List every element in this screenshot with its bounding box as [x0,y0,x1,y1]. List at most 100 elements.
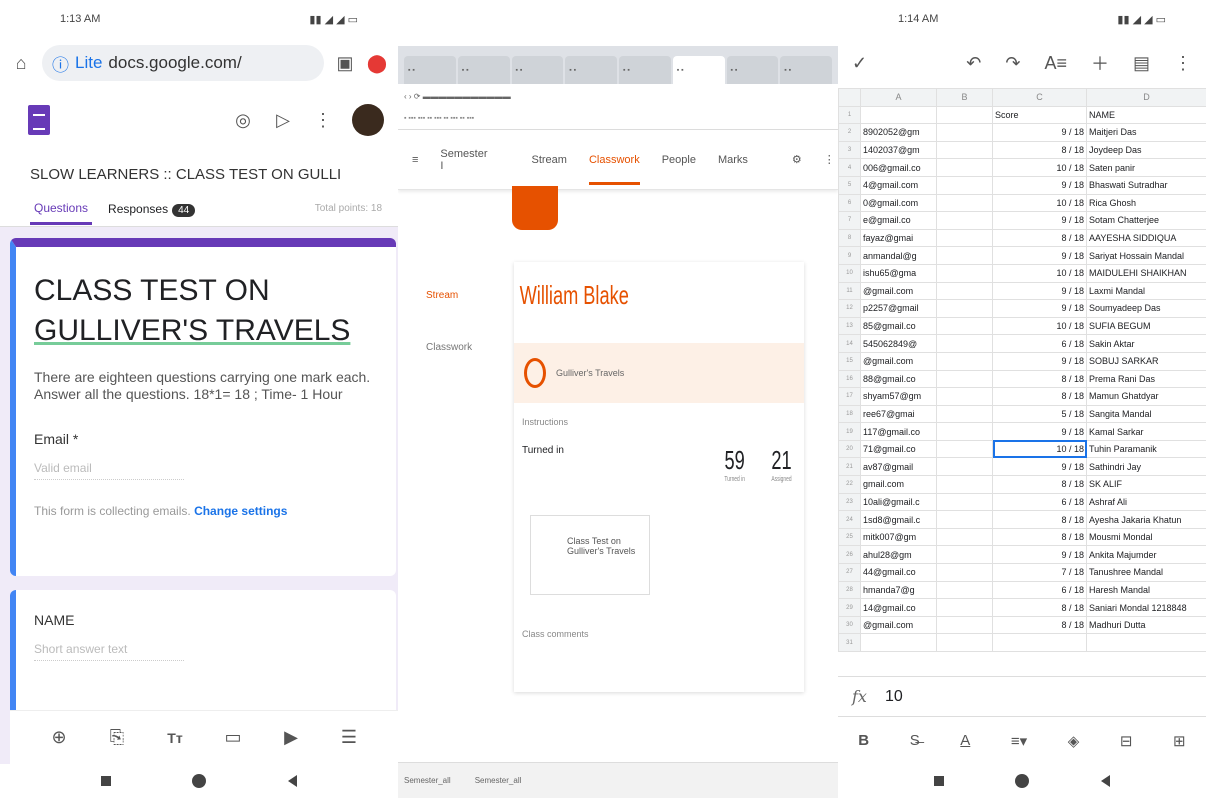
row-number[interactable]: 27 [838,563,861,582]
row-number[interactable]: 28 [838,580,861,600]
back-icon[interactable] [288,775,298,787]
nav-stream[interactable]: Stream [532,154,567,166]
insert-icon[interactable]: ＋ [1091,50,1109,76]
tab-questions[interactable]: Questions [30,192,93,225]
cell[interactable] [936,351,993,371]
row-number[interactable]: 15 [838,351,861,371]
address-bar[interactable]: ‹ › ⟳ ▬▬▬▬▬▬▬▬▬▬▬ [398,84,838,108]
row-number[interactable]: 29 [838,598,861,617]
row-number[interactable]: 31 [838,633,861,652]
email-cell[interactable]: @gmail.com [860,615,937,635]
browser-tab[interactable]: ▪ ▪ [726,56,779,84]
row-number[interactable]: 4 [838,158,861,177]
cell[interactable] [936,492,993,512]
email-cell[interactable]: hmanda7@g [860,580,937,600]
row-number[interactable]: 3 [838,140,861,160]
email-cell[interactable]: ahul28@gm [860,545,937,565]
cell[interactable] [936,580,993,600]
cell[interactable] [936,457,993,477]
cell[interactable] [936,105,993,125]
email-cell[interactable]: av87@gmail [860,457,937,477]
cell[interactable] [936,175,993,195]
email-cell[interactable]: 44@gmail.co [860,563,937,582]
score-cell[interactable]: 8 / 18 [992,228,1087,248]
score-cell[interactable]: 9 / 18 [992,211,1087,230]
name-cell[interactable]: SK ALIF [1086,475,1206,494]
score-cell[interactable]: 8 / 18 [992,510,1087,529]
change-settings-link[interactable]: Change settings [194,504,287,518]
fill-color-icon[interactable]: ◈ [1068,732,1080,750]
score-cell[interactable]: 8 / 18 [992,598,1087,617]
text-color-icon[interactable]: A [960,732,970,749]
cell[interactable] [936,563,993,582]
cell[interactable] [936,158,993,177]
corner-cell[interactable] [838,88,861,107]
palette-icon[interactable]: ◎ [232,109,254,131]
cell[interactable] [936,228,993,248]
cell[interactable] [936,299,993,318]
score-cell[interactable]: 9 / 18 [992,457,1087,477]
import-questions-icon[interactable]: ⎘ [106,727,128,749]
cell[interactable] [936,510,993,529]
row-number[interactable]: 22 [838,475,861,494]
turned-in-count[interactable]: 59 Turned in [724,445,745,483]
email-cell[interactable]: 117@gmail.co [860,422,937,441]
score-cell[interactable]: 8 / 18 [992,140,1087,160]
email-cell[interactable]: 1sd8@gmail.c [860,510,937,529]
email-cell[interactable]: 4@gmail.com [860,175,937,195]
browser-tab[interactable]: ▪ ▪ [511,56,564,84]
name-cell[interactable]: SUFIA BEGUM [1086,316,1206,336]
row-number[interactable]: 30 [838,615,861,635]
cell[interactable] [992,633,1087,652]
cell[interactable] [936,369,993,389]
merge-icon[interactable]: ⊟ [1120,732,1133,750]
row-number[interactable]: 11 [838,281,861,301]
more-vert-icon[interactable]: ⋮ [1174,53,1192,74]
comment-icon[interactable]: ▤ [1133,53,1150,74]
name-cell[interactable]: Saniari Mondal 1218848 [1086,598,1206,617]
home-nav-icon[interactable] [192,774,207,788]
email-cell[interactable]: 88@gmail.co [860,369,937,389]
score-cell[interactable]: 6 / 18 [992,492,1087,512]
score-cell[interactable]: 10 / 18 [992,439,1087,459]
cell[interactable] [936,123,993,142]
cell[interactable] [936,246,993,265]
cell[interactable] [936,598,993,617]
score-cell[interactable]: 9 / 18 [992,299,1087,318]
score-cell[interactable]: 9 / 18 [992,351,1087,371]
browser-tab[interactable]: ▪ ▪ [565,56,617,84]
add-video-icon[interactable]: ▶ [280,727,302,749]
browser-tab[interactable]: ▪ ▪ [619,56,671,84]
row-number[interactable]: 16 [838,369,861,389]
url-field[interactable]: ⓘ Lite docs.google.com/ [42,45,324,81]
cell[interactable] [936,281,993,301]
cell[interactable] [860,633,937,652]
email-cell[interactable]: ree67@gmai [860,404,937,424]
name-cell[interactable]: Laxmi Mandal [1086,281,1206,301]
name-field[interactable]: Short answer text [34,642,184,661]
score-cell[interactable]: 6 / 18 [992,334,1087,353]
email-cell[interactable]: @gmail.com [860,281,937,301]
email-cell[interactable]: 14@gmail.co [860,598,937,617]
email-cell[interactable]: 10ali@gmail.c [860,492,937,512]
cell[interactable] [936,545,993,565]
email-cell[interactable]: @gmail.com [860,351,937,371]
email-cell[interactable]: mitk007@gm [860,527,937,547]
download-item[interactable]: Semester_all [475,776,522,785]
tab-responses[interactable]: Responses 44 [108,202,196,217]
apps-icon[interactable]: ⋮ [824,153,835,166]
wrap-icon[interactable]: ⊞ [1173,732,1186,750]
score-cell[interactable]: 8 / 18 [992,369,1087,389]
email-cell[interactable]: 006@gmail.co [860,158,937,177]
email-cell[interactable]: 0@gmail.com [860,193,937,213]
assigned-count[interactable]: 21 Assigned [771,445,791,483]
email-cell[interactable]: 8902052@gm [860,123,937,142]
cell[interactable]: NAME [1086,105,1206,125]
row-number[interactable]: 1 [838,105,861,125]
formula-value[interactable]: 10 [885,688,903,706]
email-cell[interactable]: ishu65@gma [860,263,937,283]
name-cell[interactable]: Kamal Sarkar [1086,422,1206,441]
cell[interactable] [936,422,993,441]
name-cell[interactable]: Tuhin Paramanik [1086,439,1206,459]
score-cell[interactable]: 9 / 18 [992,545,1087,565]
